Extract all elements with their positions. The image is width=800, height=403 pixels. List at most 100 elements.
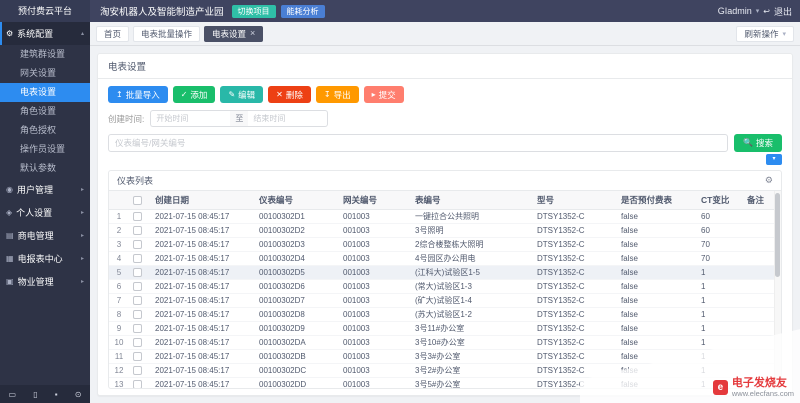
table-row[interactable]: 5 2021-07-15 08:45:17 00100302D5 001003 (江科大… — [109, 265, 781, 280]
chevron-icon: ▸ — [80, 210, 84, 216]
row-checkbox[interactable] — [133, 281, 142, 291]
sidebar-subitem[interactable]: 网关设置 — [0, 64, 90, 83]
row-index: 4 — [109, 251, 129, 266]
sidebar-subitem[interactable]: 默认参数 — [0, 159, 90, 178]
table-row[interactable]: 8 2021-07-15 08:45:17 00100302D8 001003 (苏大)… — [109, 307, 781, 322]
cell-gateway-no: 001003 — [339, 279, 411, 294]
tab[interactable]: 首页 — [96, 25, 130, 42]
toolbar-button[interactable]: ✎ 编辑 — [220, 86, 264, 103]
toolbar-button[interactable]: ↥ 批量导入 — [108, 86, 168, 103]
row-checkbox[interactable] — [133, 323, 142, 333]
shop-icon: ▤ — [6, 231, 14, 240]
header-chip-button[interactable]: 切换项目 — [231, 4, 276, 18]
sidebar-section[interactable]: ⚙ 系统配置 ▴ — [0, 22, 90, 45]
end-date-input[interactable] — [248, 110, 329, 127]
chevron-icon: ▸ — [80, 279, 84, 285]
sidebar-section[interactable]: ◈ 个人设置 ▸ — [0, 201, 90, 224]
toolbar-button-label: 添加 — [190, 89, 208, 100]
row-index: 8 — [109, 307, 129, 322]
table-title: 仪表列表 — [117, 176, 154, 186]
submit-icon: ▸ — [371, 89, 376, 99]
row-select-cell — [129, 223, 151, 238]
power-icon[interactable]: ⊙ — [75, 390, 82, 399]
building-icon: ▣ — [6, 277, 14, 286]
search-button[interactable]: 🔍 搜索 — [734, 134, 782, 152]
toolbar-button-label: 提交 — [378, 89, 396, 100]
table-row[interactable]: 10 2021-07-15 08:45:17 00100302DA 001003 3号1… — [109, 335, 781, 350]
toolbar-button[interactable]: ✕ 删除 — [268, 86, 311, 103]
cell-gateway-no: 001003 — [339, 223, 411, 238]
search-input[interactable] — [108, 134, 729, 152]
cell-meter-name: (江科大)试验区1-5 — [411, 265, 533, 280]
cell-model: DTSY1352-C — [533, 237, 617, 252]
cell-model: DTSY1352-C — [533, 349, 617, 364]
monitor-icon[interactable]: ▭ — [9, 390, 17, 399]
header-chip-button[interactable]: 能耗分析 — [280, 4, 325, 18]
tab-close-icon[interactable]: × — [250, 29, 255, 38]
cell-gateway-no: 001003 — [339, 321, 411, 336]
column-header: 表编号 — [411, 191, 533, 210]
row-checkbox[interactable] — [133, 379, 142, 388]
start-date-input[interactable] — [150, 110, 231, 127]
report-icon: ▦ — [6, 254, 14, 263]
tab-actions-dropdown[interactable]: 刷新操作 ▾ — [736, 25, 794, 42]
row-select-cell — [129, 209, 151, 224]
row-index: 9 — [109, 321, 129, 336]
mobile-icon[interactable]: ▯ — [33, 390, 37, 399]
logout-button[interactable]: 退出 — [774, 5, 792, 18]
scrollbar-thumb[interactable] — [775, 193, 780, 277]
table-row[interactable]: 9 2021-07-15 08:45:17 00100302D9 001003 3号11… — [109, 321, 781, 336]
row-checkbox[interactable] — [133, 337, 142, 347]
cell-prepaid: false — [617, 251, 697, 266]
cell-create-date: 2021-07-15 08:45:17 — [151, 321, 255, 336]
table-row[interactable]: 3 2021-07-15 08:45:17 00100302D3 001003 2综合楼… — [109, 237, 781, 252]
toolbar-button[interactable]: ✓ 添加 — [172, 86, 216, 103]
row-checkbox[interactable] — [133, 211, 142, 221]
toolbar-button[interactable]: ▸ 提交 — [363, 86, 404, 103]
toolbar-button[interactable]: ↧ 导出 — [315, 86, 359, 103]
row-checkbox[interactable] — [133, 351, 142, 361]
table-row[interactable]: 1 2021-07-15 08:45:17 00100302D1 001003 一键拉合… — [109, 209, 781, 224]
row-checkbox[interactable] — [133, 365, 142, 375]
date-filter: 创建时间: 至 — [108, 110, 782, 127]
sidebar-subitem[interactable]: 建筑群设置 — [0, 45, 90, 64]
cell-gateway-no: 001003 — [339, 349, 411, 364]
edit-icon: ✎ — [228, 89, 236, 99]
row-checkbox[interactable] — [133, 239, 142, 249]
table-settings-gear-icon[interactable]: ⚙ — [765, 175, 773, 186]
sidebar-section[interactable]: ◉ 用户管理 ▸ — [0, 178, 90, 201]
sidebar-subitem[interactable]: 角色授权 — [0, 121, 90, 140]
sidebar-subitem[interactable]: 角色设置 — [0, 102, 90, 121]
row-select-cell — [129, 237, 151, 252]
select-all-checkbox[interactable] — [133, 195, 142, 205]
table-row[interactable]: 6 2021-07-15 08:45:17 00100302D6 001003 (常大)… — [109, 279, 781, 294]
cell-meter-no: 00100302D2 — [255, 223, 339, 238]
tab[interactable]: 电表设置 × — [204, 25, 264, 42]
sidebar-section[interactable]: ▤ 商电管理 ▸ — [0, 224, 90, 247]
row-checkbox[interactable] — [133, 225, 142, 235]
cell-ct: 1 — [697, 321, 743, 336]
table-row[interactable]: 12 2021-07-15 08:45:17 00100302DC 001003 3号2… — [109, 363, 781, 378]
row-checkbox[interactable] — [133, 253, 142, 263]
sidebar-section[interactable]: ▦ 电报表中心 ▸ — [0, 247, 90, 270]
row-checkbox[interactable] — [133, 295, 142, 305]
tab[interactable]: 电表批量操作 — [133, 25, 201, 42]
row-index: 1 — [109, 209, 129, 224]
sidebar-section[interactable]: ▣ 物业管理 ▸ — [0, 270, 90, 293]
cell-ct: 1 — [697, 363, 743, 378]
username[interactable]: GIadmin — [718, 6, 752, 16]
table-row[interactable]: 4 2021-07-15 08:45:17 00100302D4 001003 4号园区… — [109, 251, 781, 266]
lock-icon[interactable]: ▪ — [55, 390, 58, 399]
vertical-scrollbar[interactable] — [774, 191, 781, 388]
table-row[interactable]: 13 2021-07-15 08:45:17 00100302DD 001003 3号5… — [109, 377, 781, 388]
row-checkbox[interactable] — [133, 309, 142, 319]
sidebar-subitem[interactable]: 电表设置 — [0, 83, 90, 102]
sidebar-subitem[interactable]: 操作员设置 — [0, 140, 90, 159]
table-row[interactable]: 7 2021-07-15 08:45:17 00100302D7 001003 (矿大)… — [109, 293, 781, 308]
table-row[interactable]: 11 2021-07-15 08:45:17 00100302DB 001003 3号3… — [109, 349, 781, 364]
table-row[interactable]: 2 2021-07-15 08:45:17 00100302D2 001003 3号照明… — [109, 223, 781, 238]
row-checkbox[interactable] — [133, 267, 142, 277]
cell-model: DTSY1352-C — [533, 279, 617, 294]
toolbar-button-label: 删除 — [285, 89, 303, 100]
filter-toggle-button[interactable]: ▾ — [766, 154, 782, 165]
